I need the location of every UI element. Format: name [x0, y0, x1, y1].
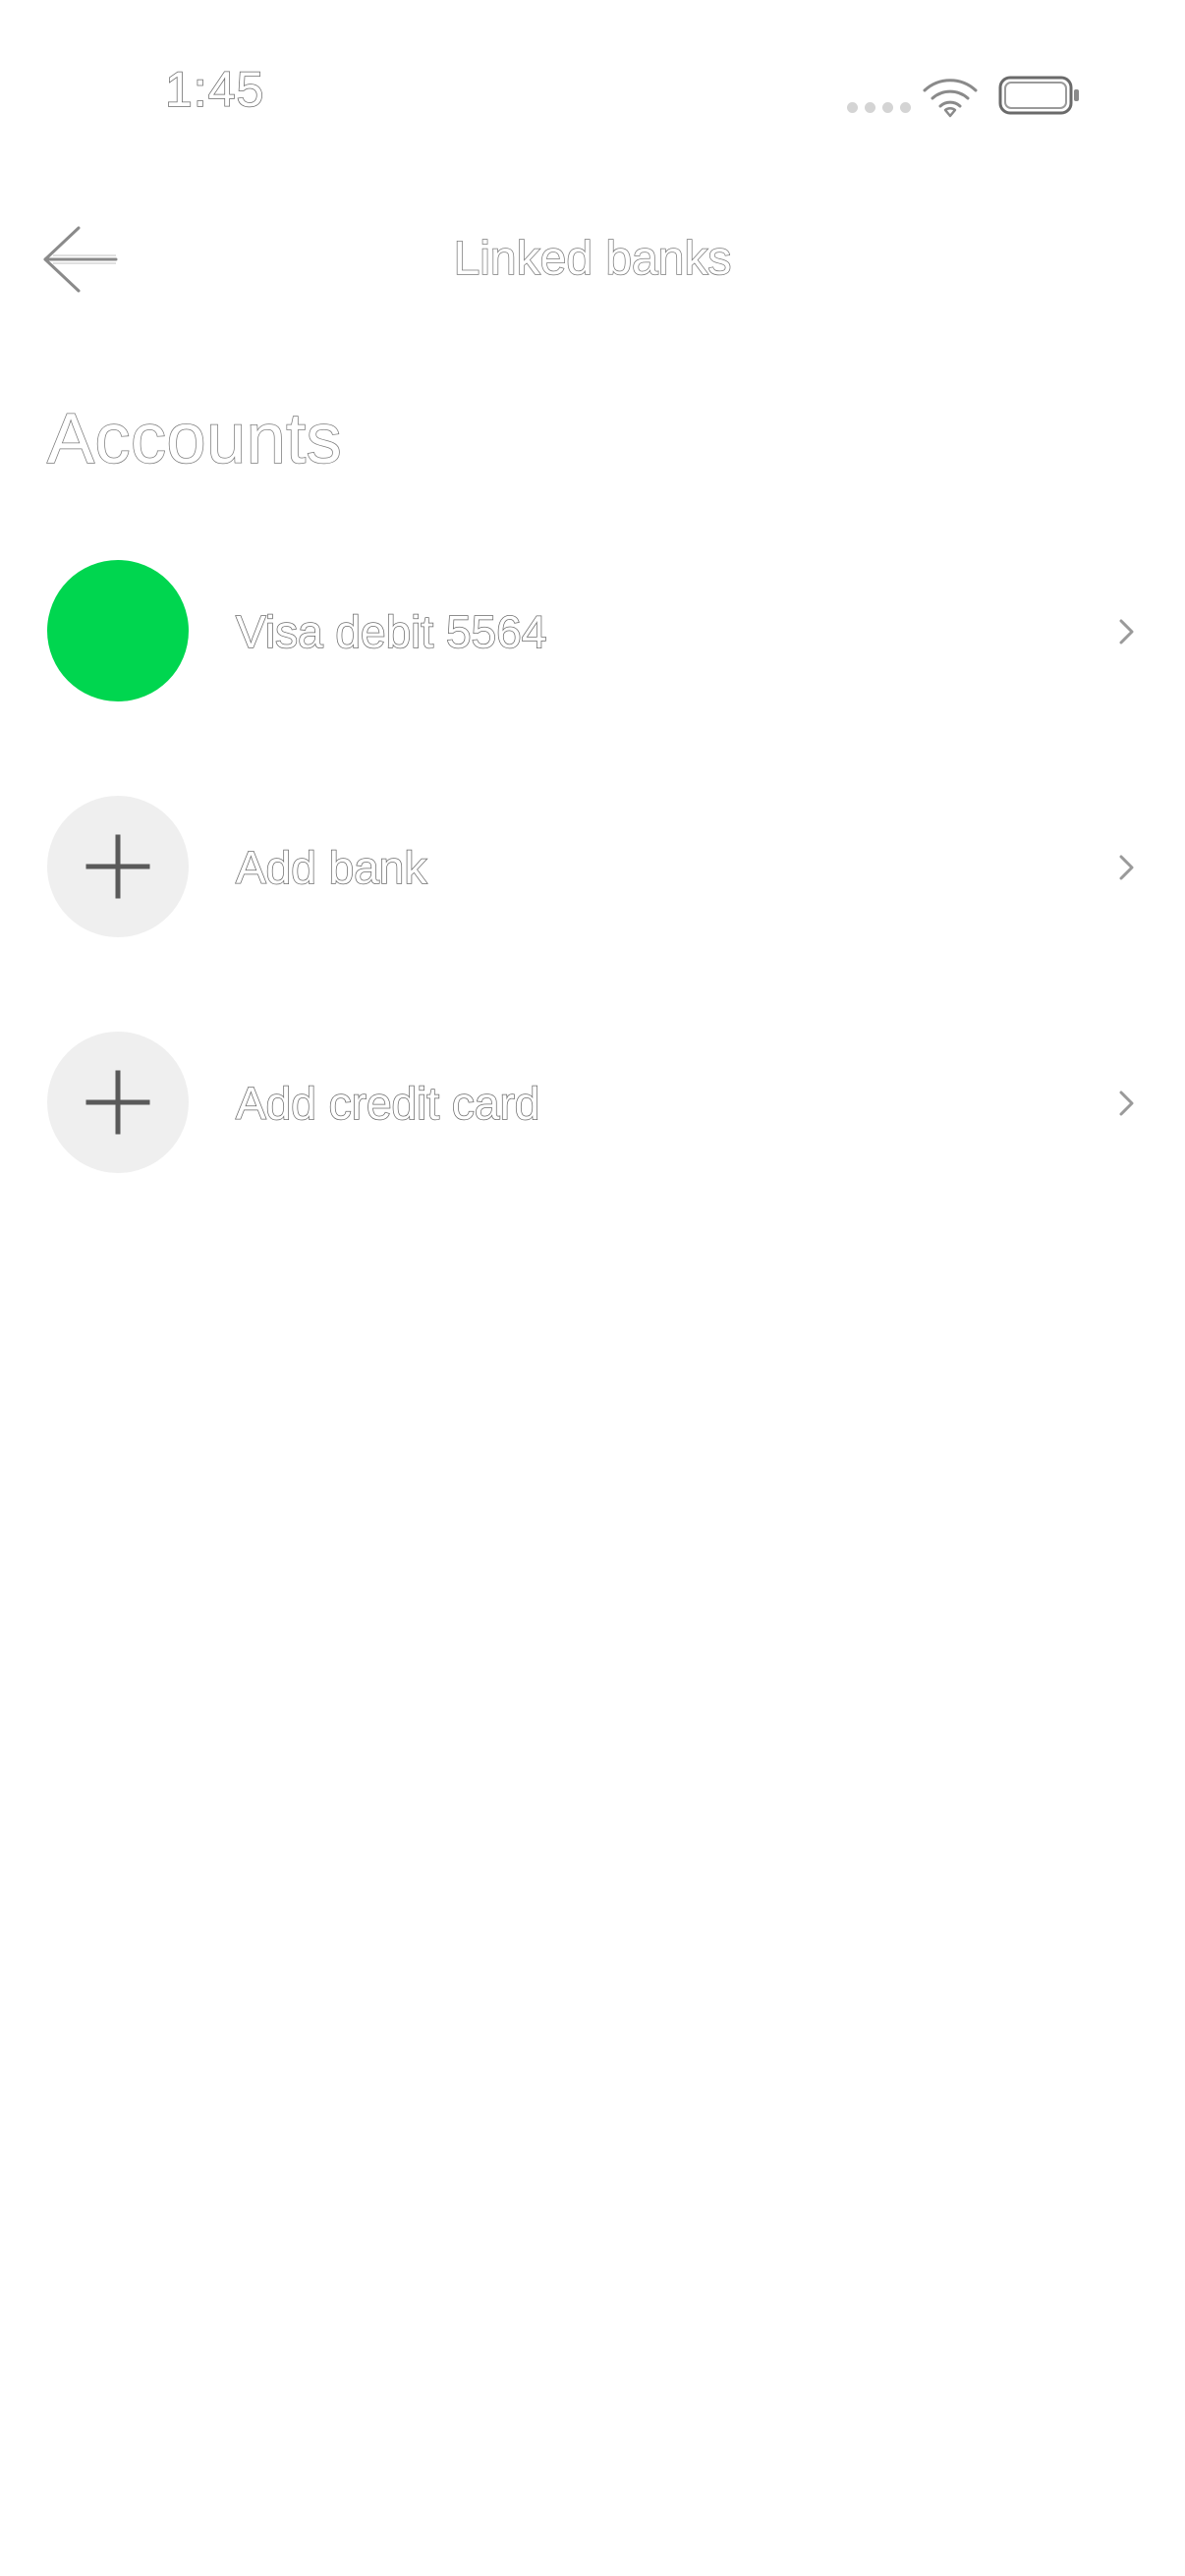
- chevron-right-icon: [1119, 1091, 1134, 1116]
- list-item-visa-debit[interactable]: Visa debit 5564: [0, 542, 1185, 778]
- chevron-right-icon: [1119, 619, 1134, 644]
- plus-avatar: [47, 1032, 189, 1173]
- battery-icon: [998, 76, 1079, 115]
- plus-icon: [85, 834, 150, 899]
- status-time: 1:45: [164, 61, 265, 118]
- green-circle: [47, 560, 189, 701]
- list-item-label: Add credit card: [235, 1077, 540, 1130]
- page-title: Linked banks: [453, 232, 732, 286]
- list-item-add-bank[interactable]: Add bank: [0, 778, 1185, 1014]
- section-heading-accounts: Accounts: [46, 399, 343, 479]
- signal-dots-icon: [847, 102, 911, 113]
- plus-avatar: [47, 796, 189, 937]
- status-bar: 1:45: [0, 0, 1185, 196]
- list-item-add-credit-card[interactable]: Add credit card: [0, 1014, 1185, 1250]
- nav-bar: Linked banks: [0, 196, 1185, 324]
- list-item-label: Add bank: [235, 841, 427, 894]
- list-item-label: Visa debit 5564: [235, 605, 547, 658]
- wifi-icon: [923, 79, 978, 118]
- plus-icon: [85, 1070, 150, 1135]
- chevron-right-icon: [1119, 855, 1134, 880]
- account-list: Visa debit 5564 Add bank Add credit card: [0, 542, 1185, 1250]
